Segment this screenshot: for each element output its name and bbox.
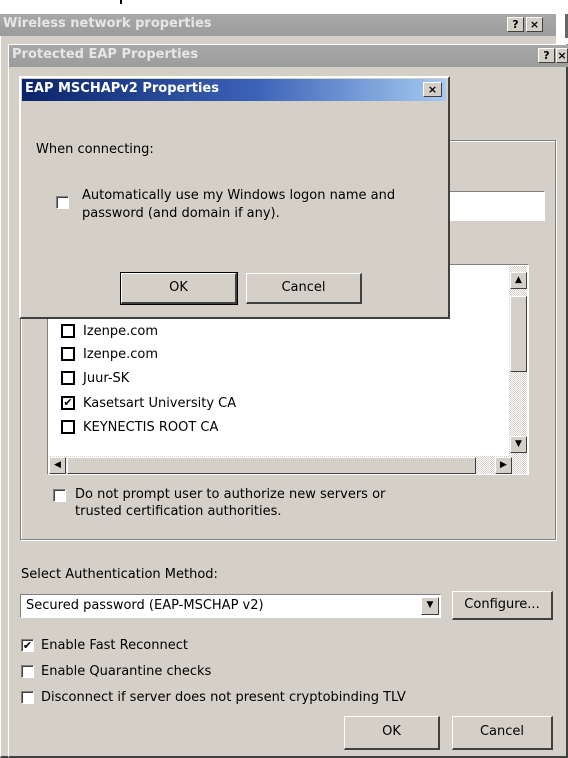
connect-to-servers-field[interactable] [446, 191, 545, 221]
peap-close-button[interactable]: × [556, 48, 568, 63]
wireless-properties-titlebar-strip: Wireless network properties ? × [0, 14, 556, 36]
fast-reconnect-label: Enable Fast Reconnect [41, 638, 188, 653]
peap-titlebar: Protected EAP Properties ? × [9, 45, 568, 67]
wireless-help-button[interactable]: ? [507, 17, 524, 32]
mschap-title: EAP MSCHAPv2 Properties [25, 81, 219, 96]
peap-ok-button[interactable]: OK [344, 716, 440, 750]
do-not-prompt-checkbox[interactable] [53, 489, 66, 502]
cert-list-item[interactable]: Juur-SK [60, 370, 500, 390]
mschap-cancel-button[interactable]: Cancel [246, 273, 362, 304]
cert-checkbox[interactable] [61, 371, 75, 385]
cryptobinding-checkbox[interactable] [21, 691, 34, 704]
window-corner-glyph [120, 0, 122, 4]
cert-label: Juur-SK [83, 371, 130, 386]
peap-cancel-button[interactable]: Cancel [452, 716, 553, 750]
auto-logon-checkbox[interactable] [56, 196, 69, 209]
wireless-close-button[interactable]: × [526, 17, 543, 32]
wireless-properties-title: Wireless network properties [3, 16, 212, 31]
cert-checkbox[interactable] [61, 347, 75, 361]
cert-list-item[interactable]: ✔ Kasetsart University CA [60, 395, 500, 415]
do-not-prompt-label: Do not prompt user to authorize new serv… [75, 487, 386, 519]
peap-help-button[interactable]: ? [538, 48, 555, 63]
quarantine-checkbox[interactable] [21, 665, 34, 678]
cert-list-item[interactable]: KEYNECTIS ROOT CA [60, 419, 500, 439]
cert-list-item[interactable]: Izenpe.com [60, 323, 500, 343]
auth-method-value: Secured password (EAP-MSCHAP v2) [26, 598, 264, 613]
quarantine-label: Enable Quarantine checks [41, 664, 212, 679]
cert-list-item[interactable]: Izenpe.com [60, 346, 500, 366]
auth-method-label: Select Authentication Method: [21, 567, 218, 582]
cert-checkbox[interactable] [61, 324, 75, 338]
scroll-up-button[interactable]: ▲ [510, 272, 527, 289]
configure-button[interactable]: Configure... [452, 591, 553, 620]
horizontal-scroll-thumb[interactable] [67, 457, 476, 474]
when-connecting-label: When connecting: [36, 142, 154, 157]
scroll-right-button[interactable]: ▶ [495, 457, 512, 474]
scroll-down-button[interactable]: ▼ [510, 436, 527, 453]
cert-label: Kasetsart University CA [83, 396, 237, 411]
fast-reconnect-checkbox[interactable]: ✔ [21, 639, 34, 652]
mschap-close-button[interactable]: × [423, 82, 442, 97]
vertical-scroll-thumb[interactable] [510, 296, 527, 372]
cert-checkbox[interactable] [61, 420, 75, 434]
chevron-down-icon[interactable]: ▼ [421, 597, 439, 615]
cert-checkbox[interactable]: ✔ [61, 396, 75, 410]
peap-title: Protected EAP Properties [12, 47, 199, 62]
cert-label: KEYNECTIS ROOT CA [83, 420, 219, 435]
auth-method-select[interactable]: Secured password (EAP-MSCHAP v2) ▼ [20, 594, 441, 618]
mschap-ok-button[interactable]: OK [120, 272, 238, 305]
cert-label: Izenpe.com [83, 324, 159, 339]
scroll-left-button[interactable]: ◀ [49, 457, 66, 474]
window-top-shadow [0, 0, 568, 14]
mschap-titlebar: EAP MSCHAPv2 Properties × [22, 79, 446, 101]
cert-label: Izenpe.com [83, 347, 159, 362]
auto-logon-label: Automatically use my Windows logon name … [82, 188, 396, 221]
cryptobinding-label: Disconnect if server does not present cr… [41, 690, 406, 705]
